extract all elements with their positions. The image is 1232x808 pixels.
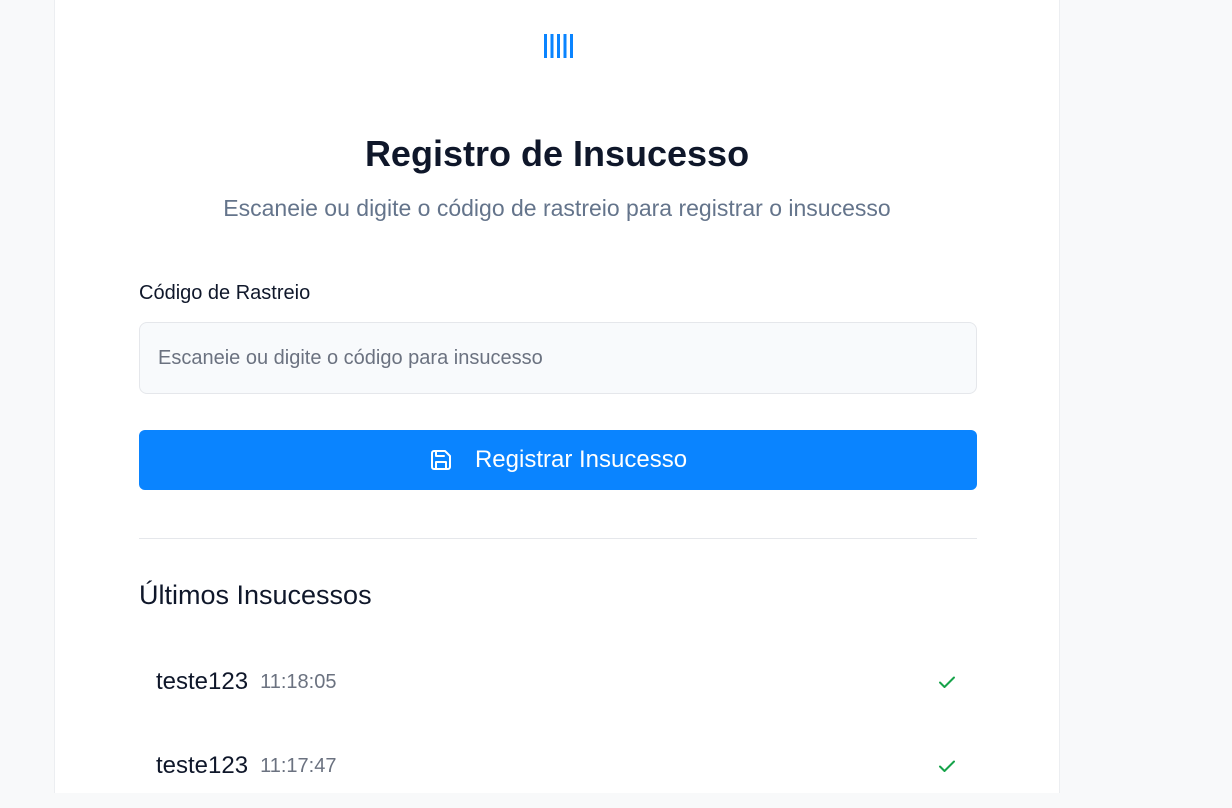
register-failure-button[interactable]: Registrar Insucesso	[139, 430, 977, 490]
list-item: teste123 11:18:05	[139, 640, 977, 724]
tracking-code: teste123	[156, 752, 249, 779]
save-icon	[430, 450, 451, 470]
check-icon	[939, 760, 955, 772]
timestamp: 11:17:47	[260, 754, 337, 777]
tracking-code: teste123	[156, 668, 249, 695]
page-subtitle: Escaneie ou digite o código de rastreio …	[223, 195, 891, 221]
tracking-code-input[interactable]	[139, 322, 977, 394]
timestamp: 11:18:05	[260, 670, 337, 693]
tracking-code-label: Código de Rastreio	[139, 282, 311, 304]
barcode-icon	[544, 34, 573, 58]
check-icon	[939, 676, 955, 688]
recent-failures-list: teste123 11:18:05 teste123 11:17:47	[139, 640, 977, 808]
list-item: teste123 11:17:47	[139, 724, 977, 808]
recent-failures-title: Últimos Insucessos	[139, 580, 372, 610]
page-title: Registro de Insucesso	[364, 133, 750, 174]
register-failure-button-label: Registrar Insucesso	[474, 446, 688, 473]
main-card: Registro de Insucesso Escaneie ou digite…	[54, 0, 1060, 793]
section-divider	[139, 538, 977, 539]
